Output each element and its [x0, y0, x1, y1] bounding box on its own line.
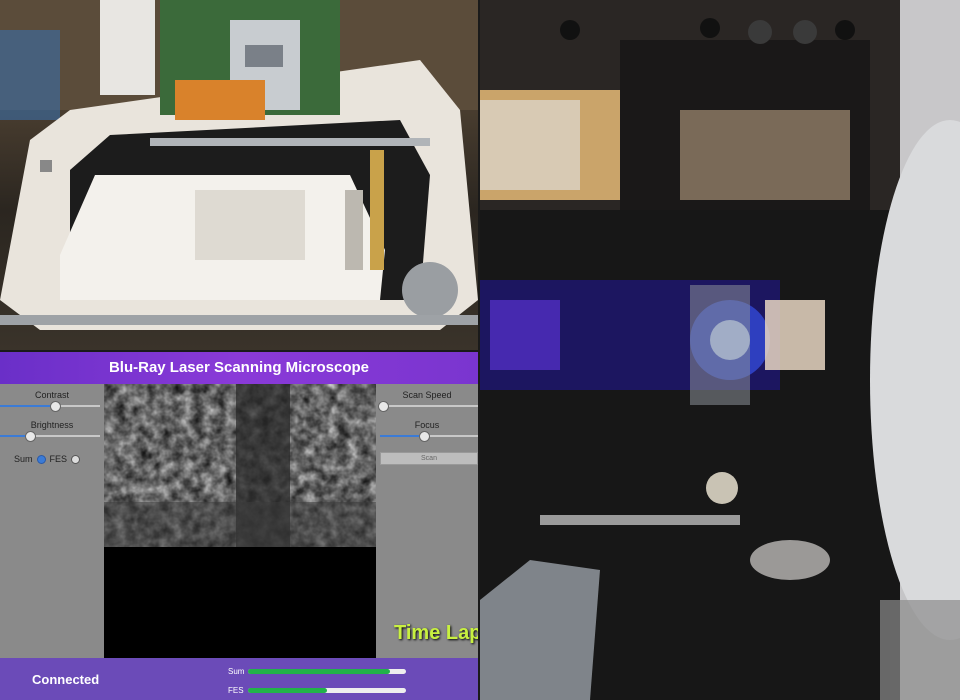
scan-speed-slider[interactable] — [377, 401, 478, 412]
time-lapse-caption: Time Lap — [394, 622, 478, 644]
fes-meter-label: FES — [228, 686, 244, 695]
focus-slider-thumb[interactable] — [419, 431, 431, 442]
scan-speed-slider-thumb[interactable] — [377, 401, 389, 412]
mode-fes-radio[interactable] — [71, 454, 81, 464]
mode-sum-radio[interactable] — [36, 454, 46, 464]
fes-meter — [248, 688, 406, 693]
fes-meter-fill — [248, 688, 327, 693]
contrast-slider-thumb[interactable] — [50, 401, 61, 412]
scan-image-view — [104, 384, 376, 658]
scan-image — [104, 384, 376, 658]
brightness-label: Brightness — [30, 420, 74, 430]
brightness-slider-thumb[interactable] — [25, 431, 36, 442]
focus-slider[interactable] — [380, 431, 478, 442]
microscope-app-window: Blu-Ray Laser Scanning Microscope Contra… — [0, 352, 478, 700]
scan-speed-label: Scan Speed — [402, 390, 452, 400]
sum-meter-label: Sum — [228, 667, 245, 676]
sum-meter-fill — [248, 669, 391, 674]
optical-pickup-photo — [480, 0, 960, 700]
focus-label: Focus — [414, 420, 440, 430]
left-control-panel: Contrast Brightness Sum FES — [0, 384, 104, 658]
scanner-rig-illustration — [0, 0, 478, 330]
focus-slider-fill — [380, 435, 425, 437]
scanner-rig-photo — [0, 0, 478, 350]
contrast-slider-fill — [0, 405, 55, 407]
scan-button[interactable]: Scan — [380, 452, 478, 465]
mode-radio-group: Sum FES — [14, 454, 81, 464]
contrast-slider[interactable] — [0, 401, 100, 412]
mode-fes-label: FES — [49, 454, 68, 464]
optical-pickup-illustration — [480, 0, 960, 700]
connection-status: Connected — [32, 672, 100, 687]
app-title: Blu-Ray Laser Scanning Microscope — [0, 352, 478, 384]
status-bar: Connected Sum FES — [0, 658, 478, 700]
mode-sum-label: Sum — [14, 454, 33, 464]
right-control-panel: Scan Speed Focus Scan — [376, 384, 478, 658]
sum-meter — [248, 669, 406, 674]
brightness-slider[interactable] — [0, 431, 100, 442]
contrast-label: Contrast — [34, 390, 69, 400]
